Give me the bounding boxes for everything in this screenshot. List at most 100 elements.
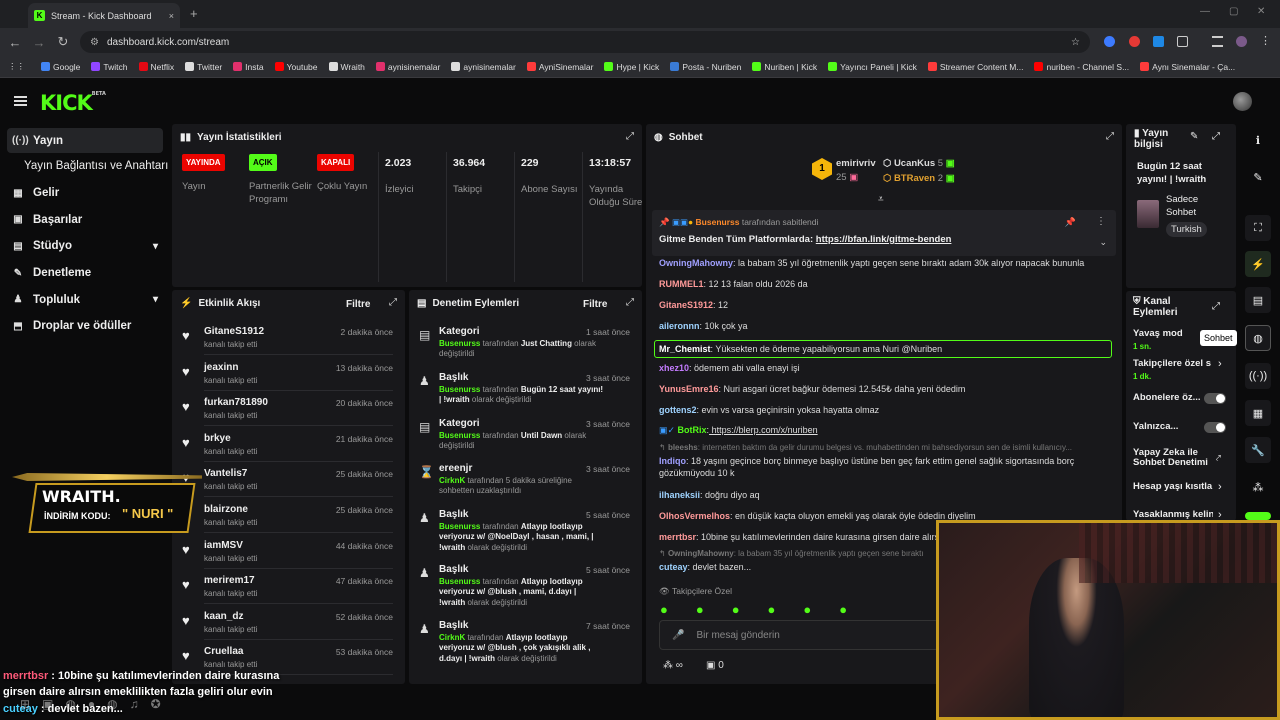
extension-icon[interactable] <box>1129 36 1140 47</box>
sidebar-item-basarilar[interactable]: ▣ Başarılar <box>0 206 170 233</box>
mic-icon[interactable]: 🎤 <box>672 630 684 641</box>
chevron-down-icon[interactable]: ⌄ <box>1099 237 1107 248</box>
sidebar-item-topluluk[interactable]: ♟ Topluluk ▾ <box>0 286 170 313</box>
maximize-icon[interactable]: ▢ <box>1229 6 1238 17</box>
edit-icon[interactable]: ✎ <box>1190 131 1198 142</box>
bookmark-item[interactable]: Netflix <box>138 62 174 72</box>
bookmark-item[interactable]: aynisinemalar <box>375 62 440 72</box>
channel-action-label[interactable]: Yapay Zeka ile Sohbet Denetimi <box>1133 448 1213 469</box>
activity-username[interactable]: merirem17 <box>204 575 255 586</box>
bookmark-item[interactable]: Wraith <box>328 62 365 72</box>
chat-icon[interactable]: ◍ <box>1245 325 1271 351</box>
menu-icon[interactable] <box>14 96 27 106</box>
more-options-icon[interactable]: ⋮ <box>1096 216 1106 227</box>
chevron-right-icon[interactable]: › <box>1218 358 1222 370</box>
edit-icon[interactable]: ✎ <box>1245 164 1271 190</box>
points-counter[interactable]: ▣ 0 <box>706 660 724 671</box>
bookmark-item[interactable]: AyniSinemalar <box>526 62 593 72</box>
expand-icon[interactable]: ⤢ <box>1106 131 1114 142</box>
bookmark-item[interactable]: Nuriben | Kick <box>752 62 817 72</box>
activity-username[interactable]: iamMSV <box>204 540 243 551</box>
external-link-icon[interactable]: ⤤ <box>1216 453 1221 464</box>
emote-row[interactable]: ●●●●●● <box>660 602 875 617</box>
bookmark-item[interactable]: Posta - Nuriben <box>670 62 741 72</box>
expand-icon[interactable]: ⤢ <box>626 131 634 142</box>
bookmark-item[interactable]: aynisinemalar <box>451 62 516 72</box>
chat-message[interactable]: YunusEmre16: Nuri asgari ücret bağkur öd… <box>659 383 1109 395</box>
expand-icon[interactable]: ⤢ <box>626 297 634 308</box>
sidebar-item-droplar[interactable]: ⬒ Droplar ve ödüller <box>0 313 170 340</box>
chat-message[interactable]: GitaneS1912: 12 <box>659 299 1109 311</box>
moderation-icon[interactable]: ▦ <box>1245 400 1271 426</box>
expand-icon[interactable]: ⤢ <box>389 297 397 308</box>
address-bar[interactable]: ⚙ dashboard.kick.com/stream ☆ <box>80 31 1090 53</box>
bookmark-item[interactable]: Hype | Kick <box>604 62 659 72</box>
chat-message[interactable]: gottens2: evin vs varsa geçinirsin yoksa… <box>659 404 1109 416</box>
activity-username[interactable]: kaan_dz <box>204 611 243 622</box>
tab-close-icon[interactable]: × <box>169 11 174 21</box>
chat-message[interactable]: ↰ bleeshs: internetten baktım da gelir d… <box>659 443 1109 454</box>
pinned-link[interactable]: https://bfan.link/gitme-benden <box>816 234 952 245</box>
profile-icon[interactable] <box>1236 36 1247 47</box>
sidebar-item-yayin[interactable]: ((·)) Yayın <box>7 128 163 153</box>
chat-message[interactable]: OwningMahowny: la babam 35 yıl öğretmenl… <box>659 257 1109 269</box>
sidebar-item-gelir[interactable]: ▦ Gelir <box>0 180 170 207</box>
bookmark-item[interactable]: Insta <box>233 62 264 72</box>
reload-icon[interactable]: ↻ <box>51 34 75 50</box>
chat-message[interactable]: aileronnn: 10k çok ya <box>659 320 1109 332</box>
channel-action-label[interactable]: Takipçilere özel s <box>1133 359 1213 369</box>
back-icon[interactable]: ← <box>3 35 27 50</box>
activity-username[interactable]: GitaneS1912 <box>204 326 264 337</box>
toggle-switch[interactable] <box>1204 393 1226 404</box>
extension-icon[interactable] <box>1153 36 1164 47</box>
expand-icon[interactable]: ⤢ <box>1212 301 1220 312</box>
sidebar-item-studyo[interactable]: ▤ Stüdyo ▾ <box>0 233 170 260</box>
window-close-icon[interactable]: ✕ <box>1257 6 1265 17</box>
apps-grid-icon[interactable]: ⋮⋮ <box>8 61 25 72</box>
bookmark-item[interactable]: Twitch <box>91 62 128 72</box>
channel-action-label[interactable]: Yalnızca... <box>1133 422 1213 432</box>
toggle-switch[interactable] <box>1204 422 1226 433</box>
minimize-icon[interactable]: — <box>1200 6 1210 17</box>
bookmark-item[interactable]: Twitter <box>185 62 222 72</box>
forward-icon[interactable]: → <box>27 35 51 50</box>
chat-input[interactable]: 🎤 Bir mesaj gönderin <box>659 620 939 650</box>
sidebar-item-denetleme[interactable]: ✎ Denetleme <box>0 260 170 287</box>
info-icon[interactable]: ℹ <box>1245 127 1271 153</box>
chat-message[interactable]: ▣✓ BotRix: https://blerp.com/x/nuriben <box>659 424 1109 436</box>
site-info-icon[interactable]: ⚙ <box>90 37 99 48</box>
green-action-icon[interactable] <box>1245 512 1271 520</box>
tools-icon[interactable]: 🔧 <box>1245 437 1271 463</box>
extensions-puzzle-icon[interactable] <box>1177 36 1188 47</box>
chevron-down-icon[interactable]: ⩡ <box>878 194 884 205</box>
activity-username[interactable]: Vantelis7 <box>204 468 247 479</box>
kick-logo[interactable]: KICKBETA <box>40 91 106 115</box>
moderation-filter-button[interactable]: Filtre <box>583 299 607 310</box>
bookmark-item[interactable]: Google <box>41 62 80 72</box>
activity-username[interactable]: jeaxinn <box>204 362 238 373</box>
bookmark-item[interactable]: Youtube <box>274 62 318 72</box>
browser-menu-icon[interactable]: ⋮ <box>1260 34 1271 47</box>
clip-icon[interactable]: ⛶ <box>1245 215 1271 241</box>
chat-message[interactable]: RUMMEL1: 12 13 falan oldu 2026 da <box>659 278 1109 290</box>
expand-icon[interactable]: ⤢ <box>1212 131 1220 142</box>
community-icon[interactable]: ⁂ <box>1245 474 1271 500</box>
reading-list-icon[interactable] <box>1212 36 1223 47</box>
activity-username[interactable]: furkan781890 <box>204 397 268 408</box>
user-avatar[interactable] <box>1233 92 1252 111</box>
chat-message[interactable]: xhez10: ödemem abi valla enayi işi <box>659 362 1109 374</box>
bookmark-item[interactable]: Streamer Content M... <box>927 62 1023 72</box>
document-icon[interactable]: ▤ <box>1245 287 1271 313</box>
broadcast-icon[interactable]: ((·)) <box>1245 363 1271 389</box>
activity-username[interactable]: brkye <box>204 433 231 444</box>
channel-action-label[interactable]: Yasaklanmış kelin <box>1133 510 1213 520</box>
chat-footer-icons[interactable]: ⁂ ∞ <box>663 660 683 671</box>
raid-icon[interactable]: ⚡ <box>1245 251 1271 277</box>
activity-username[interactable]: blairzone <box>204 504 248 515</box>
activity-filter-button[interactable]: Filtre <box>346 299 370 310</box>
new-tab-icon[interactable]: + <box>190 6 198 21</box>
activity-username[interactable]: Cruellaa <box>204 646 243 657</box>
bookmark-item[interactable]: Yayıncı Paneli | Kick <box>828 62 917 72</box>
browser-tab[interactable]: K Stream - Kick Dashboard × <box>28 3 180 28</box>
taskbar-icons[interactable]: ⊞▣◍●◍♫✪ <box>20 697 173 711</box>
